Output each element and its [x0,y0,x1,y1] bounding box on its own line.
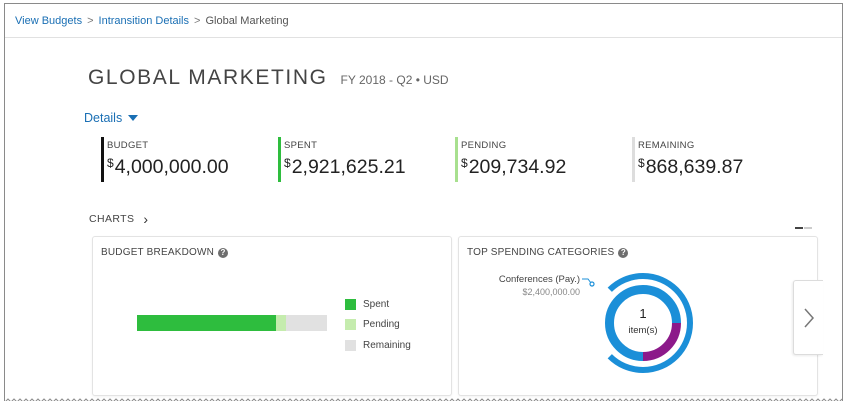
breadcrumb: View Budgets > Intransition Details > Gl… [15,15,289,27]
metric-label: SPENT [284,140,318,151]
legend-label: Spent [363,298,390,310]
metric-label: PENDING [461,140,507,151]
details-toggle[interactable]: Details [84,111,139,125]
bar-segment-spent [137,315,276,331]
details-label: Details [84,111,123,125]
metric-value: $209,734.92 [461,156,566,179]
donut-center-count: 1 [639,306,646,321]
page-subtitle: FY 2018 - Q2 • USD [340,73,449,87]
legend-swatch [345,339,356,351]
top-spending-card: TOP SPENDING CATEGORIES ? Conferences (P… [458,236,818,396]
legend-swatch [345,298,356,310]
torn-edge [5,398,842,401]
page-title: GLOBAL MARKETING [88,66,328,89]
donut-center-label: item(s) [628,325,657,336]
metric-amount: 868,639.87 [645,156,744,178]
currency-symbol: $ [284,156,291,170]
budget-breakdown-card: BUDGET BREAKDOWN ? Spent Pending Remaini… [92,236,452,396]
breadcrumb-view-budgets[interactable]: View Budgets [15,15,82,27]
metric-budget: BUDGET $4,000,000.00 [101,137,229,182]
budget-detail-window: View Budgets > Intransition Details > Gl… [4,3,843,401]
category-amount: $2,400,000.00 [522,287,580,297]
bar-segment-remaining [285,315,327,331]
currency-symbol: $ [461,156,468,170]
header-divider [5,37,842,38]
metric-color-bar [278,137,281,182]
leader-line [582,278,592,284]
charts-label: CHARTS [89,213,135,225]
chevron-right-icon: › [143,211,149,227]
metric-label: BUDGET [107,140,149,151]
currency-symbol: $ [107,156,114,170]
legend-item-pending: Pending [345,315,411,336]
carousel-next-button[interactable] [793,280,823,355]
metric-color-bar [455,137,458,182]
breadcrumb-separator-icon: > [194,15,201,27]
metric-value: $4,000,000.00 [107,156,229,179]
legend-item-remaining: Remaining [345,335,411,356]
bar-segment-pending [275,315,286,331]
leader-dot [589,281,595,287]
metric-spent: SPENT $2,921,625.21 [278,137,406,182]
chevron-right-icon [803,308,814,327]
metric-label: REMAINING [638,140,695,151]
metric-amount: 4,000,000.00 [114,156,229,178]
charts-toggle[interactable]: CHARTS › [89,211,148,227]
help-icon[interactable]: ? [218,247,229,258]
donut-chart: Conferences (Pay.) $2,400,000.00 1 item(… [499,273,693,373]
metric-amount: 2,921,625.21 [291,156,406,178]
pager-dot-active[interactable] [795,227,803,229]
currency-symbol: $ [638,156,645,170]
legend-label: Pending [363,319,400,331]
breadcrumb-current: Global Marketing [205,15,289,27]
page-header: GLOBAL MARKETING FY 2018 - Q2 • USD [88,66,449,90]
pager-dot[interactable] [804,227,812,229]
card-title: BUDGET BREAKDOWN ? [101,247,229,258]
legend-label: Remaining [363,339,411,351]
legend-swatch [345,319,356,331]
budget-breakdown-title: BUDGET BREAKDOWN [101,247,215,258]
breadcrumb-separator-icon: > [87,15,94,27]
metric-pending: PENDING $209,734.92 [455,137,566,182]
category-name: Conferences (Pay.) [499,274,580,285]
metric-color-bar [101,137,104,182]
budget-stacked-bar [137,315,327,331]
caret-down-icon [128,115,139,121]
carousel-pager [795,227,812,229]
budget-legend: Spent Pending Remaining [345,294,411,356]
breadcrumb-intransition-details[interactable]: Intransition Details [99,15,190,27]
metric-remaining: REMAINING $868,639.87 [632,137,743,182]
metric-value: $868,639.87 [638,156,743,179]
metric-value: $2,921,625.21 [284,156,406,179]
metric-amount: 209,734.92 [468,156,567,178]
metric-color-bar [632,137,635,182]
legend-item-spent: Spent [345,294,411,315]
